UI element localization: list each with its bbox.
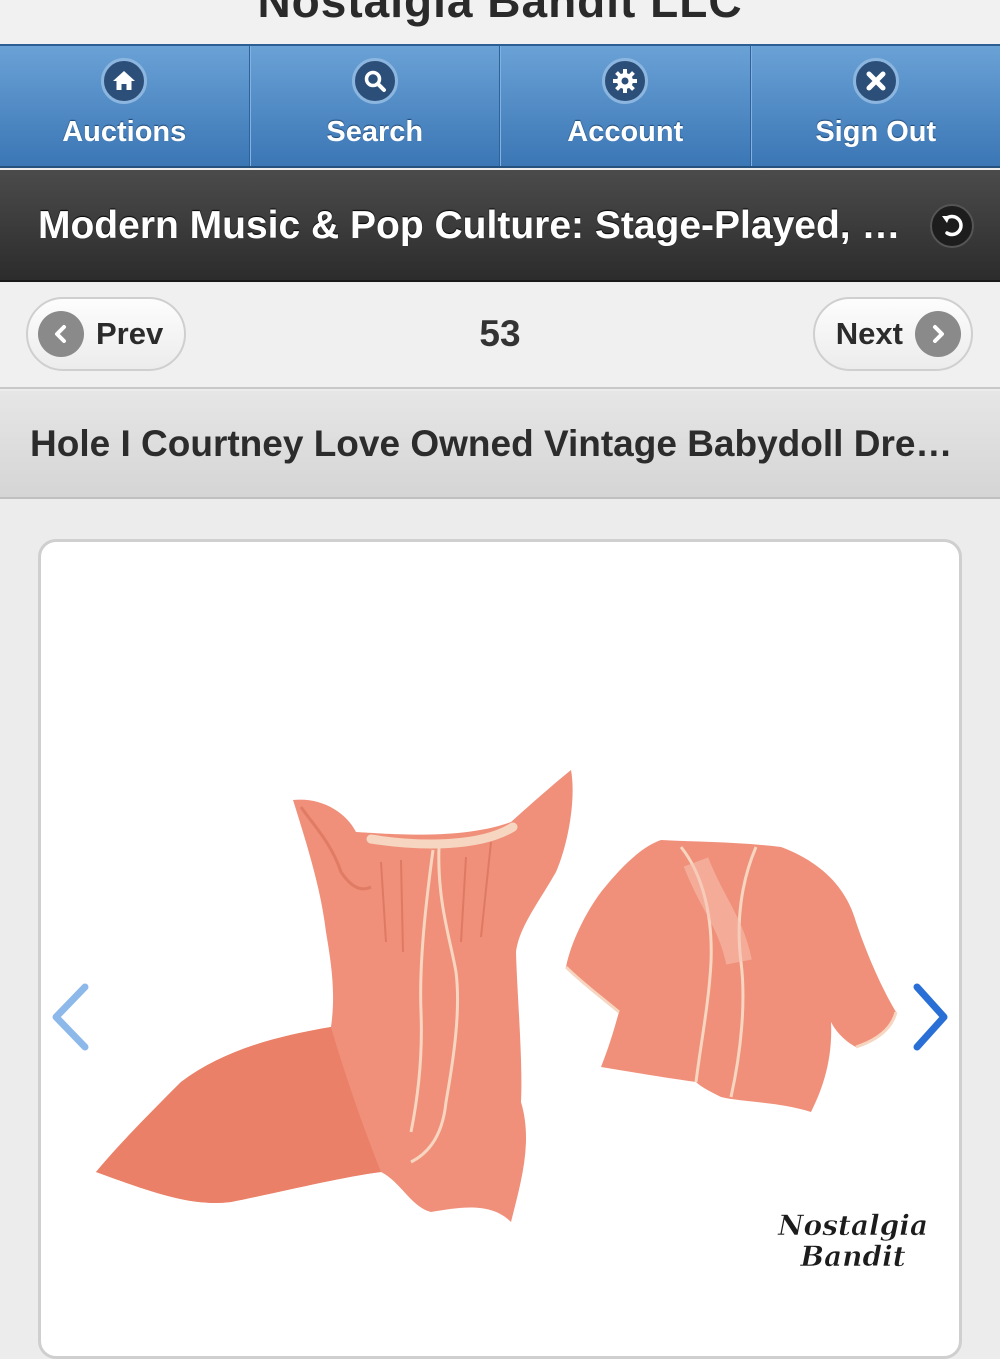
chevron-right-icon: [917, 987, 944, 1047]
close-icon: [853, 58, 899, 104]
category-header: Modern Music & Pop Culture: Stage-Played…: [0, 170, 1000, 282]
next-button[interactable]: Next: [813, 297, 973, 371]
nav-search-label: Search: [326, 116, 423, 149]
content-area: Nostalgia Bandit: [0, 501, 1000, 1333]
gallery-next-arrow[interactable]: [917, 987, 944, 1047]
next-label: Next: [836, 316, 903, 352]
watermark-logo: Nostalgia Bandit: [777, 1209, 928, 1273]
svg-text:Nostalgia: Nostalgia: [777, 1209, 928, 1242]
chevron-right-circle-icon: [915, 311, 961, 357]
dress-shape: [96, 770, 573, 1222]
page-number: 53: [400, 313, 600, 355]
back-button[interactable]: [930, 204, 974, 248]
gear-icon: [602, 58, 648, 104]
site-title-banner: Nostalgia Bandit LLC: [0, 0, 1000, 44]
chevron-left-icon: [56, 987, 85, 1047]
nav-account-label: Account: [567, 116, 683, 149]
nav-sign-out[interactable]: Sign Out: [751, 46, 1000, 166]
category-title: Modern Music & Pop Culture: Stage-Played…: [38, 204, 918, 248]
chevron-left-circle-icon: [38, 311, 84, 357]
back-icon: [938, 212, 966, 240]
item-title: Hole I Courtney Love Owned Vintage Babyd…: [30, 423, 960, 465]
image-gallery: Nostalgia Bandit: [38, 539, 962, 1359]
gallery-prev-arrow[interactable]: [56, 987, 85, 1047]
item-header: Hole I Courtney Love Owned Vintage Babyd…: [0, 391, 1000, 499]
nav-search[interactable]: Search: [250, 46, 501, 166]
nav-auctions[interactable]: Auctions: [0, 46, 250, 166]
svg-text:Bandit: Bandit: [799, 1240, 905, 1273]
search-icon: [352, 58, 398, 104]
bolero-shape: [566, 840, 896, 1112]
nav-account[interactable]: Account: [500, 46, 751, 166]
prev-label: Prev: [96, 316, 163, 352]
main-navbar: Auctions Search Account Sign Out: [0, 44, 1000, 168]
product-photo[interactable]: Nostalgia Bandit: [41, 542, 959, 1356]
nav-sign-out-label: Sign Out: [815, 116, 936, 149]
prev-button[interactable]: Prev: [26, 297, 186, 371]
home-icon: [101, 58, 147, 104]
item-pager: Prev 53 Next: [0, 283, 1000, 389]
nav-auctions-label: Auctions: [62, 116, 186, 149]
site-title: Nostalgia Bandit LLC: [0, 0, 1000, 28]
